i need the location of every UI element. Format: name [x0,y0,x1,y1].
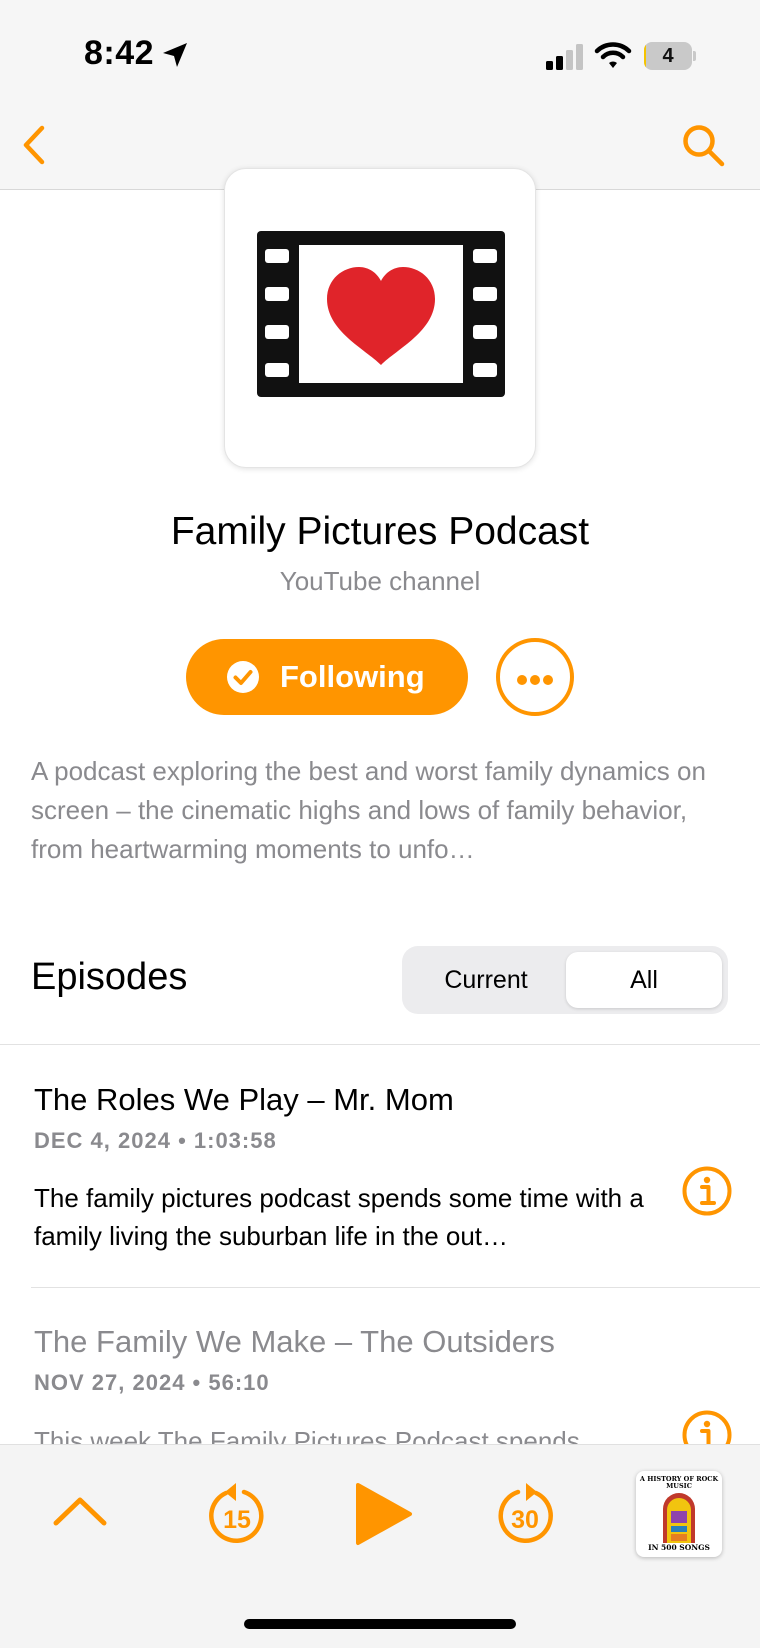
skip-back-seconds: 15 [223,1506,251,1534]
skip-forward-seconds: 30 [511,1506,539,1534]
episodes-heading: Episodes [31,956,188,998]
battery-icon: 4 [644,42,696,70]
podcast-description[interactable]: A podcast exploring the best and worst f… [31,752,731,869]
following-button[interactable]: Following [186,639,468,715]
status-time: 8:42 [84,34,155,72]
jukebox-icon [663,1493,695,1543]
podcast-title: Family Pictures Podcast [170,510,590,553]
episode-meta: DEC 4, 2024 • 1:03:58 [34,1128,277,1153]
segment-current[interactable]: Current [408,952,564,1008]
podcast-artwork[interactable] [224,168,536,468]
ellipsis-icon [517,675,527,685]
skip-back-icon: 15 [209,1483,264,1543]
now-playing-art-title: A HISTORY OF ROCK MUSIC [639,1475,719,1490]
skip-back-button[interactable]: 15 [204,1481,268,1547]
segment-all[interactable]: All [566,952,722,1008]
search-icon[interactable] [680,122,726,168]
play-icon[interactable] [352,1481,414,1547]
podcast-author[interactable]: YouTube channel [0,566,760,597]
following-label: Following [280,659,425,694]
battery-level: 4 [662,45,674,67]
episode-description: This week The Family Pictures Podcast sp… [34,1426,580,1444]
episode-filter-control[interactable]: Current All [402,946,728,1014]
episode-title: The Roles We Play – Mr. Mom [34,1082,454,1117]
chevron-left-icon[interactable] [12,122,58,168]
more-options-button[interactable] [496,638,574,716]
episode-description: The family pictures podcast spends some … [34,1183,644,1251]
episode-row[interactable]: The Roles We Play – Mr. Mom DEC 4, 2024 … [0,1044,760,1288]
mini-player[interactable]: 15 30 A HISTORY OF ROCK MUSIC IN 500 SON… [0,1444,760,1648]
episode-title: The Family We Make – The Outsiders [34,1324,555,1359]
checkmark-circle-icon [227,661,259,693]
film-strip-heart-icon [257,231,505,397]
episode-meta: NOV 27, 2024 • 56:10 [34,1370,270,1395]
wifi-icon [594,42,632,68]
home-indicator[interactable] [244,1619,516,1629]
location-arrow-icon [163,43,187,67]
info-icon[interactable] [682,1166,732,1216]
now-playing-art-subtitle: IN 500 SONGS [648,1543,710,1552]
chevron-up-icon[interactable] [50,1491,110,1531]
skip-forward-icon: 30 [498,1483,553,1543]
info-icon[interactable] [682,1410,732,1444]
episode-row[interactable]: The Family We Make – The Outsiders NOV 2… [0,1288,760,1444]
cellular-signal-icon [546,44,583,70]
skip-forward-button[interactable]: 30 [494,1481,558,1547]
status-bar: 8:42 4 [0,0,760,100]
now-playing-artwork[interactable]: A HISTORY OF ROCK MUSIC IN 500 SONGS [636,1471,722,1557]
